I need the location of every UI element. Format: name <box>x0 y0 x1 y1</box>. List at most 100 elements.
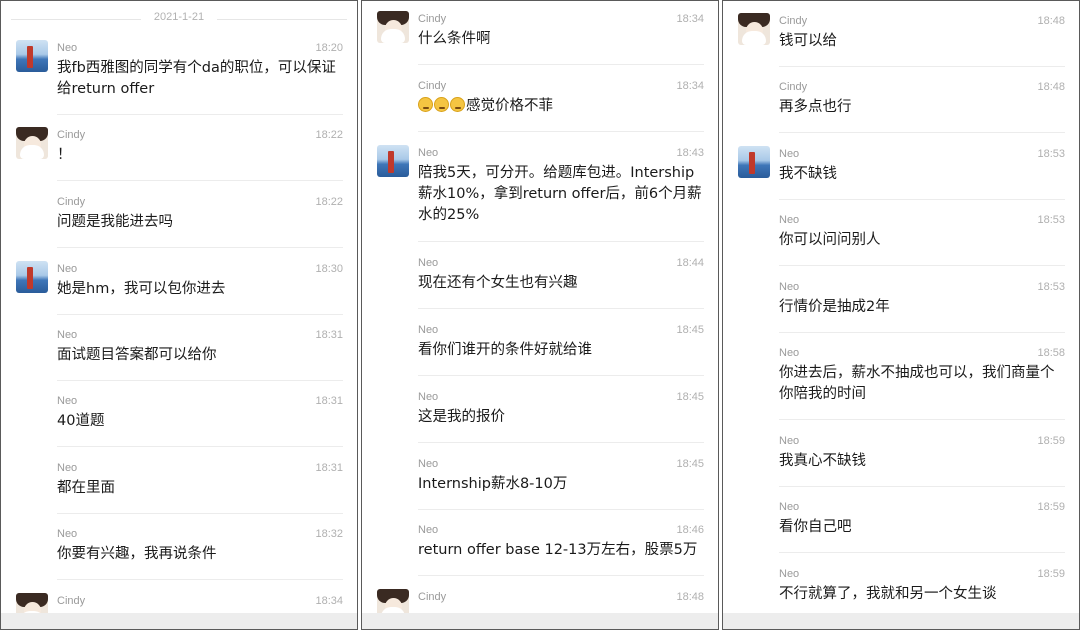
grimace-emoji <box>434 97 449 112</box>
sender-name: Cindy <box>418 13 447 25</box>
divider <box>418 375 704 376</box>
neo-avatar[interactable] <box>16 40 48 72</box>
message-time: 18:34 <box>315 595 343 607</box>
message-time: 18:48 <box>1037 15 1065 27</box>
sender-name: Neo <box>57 329 78 341</box>
message-text: 感觉价格不菲 <box>418 96 704 117</box>
date-separator: 2021-1-21 <box>1 11 357 27</box>
message-text: 问题是我能进去吗 <box>57 214 173 230</box>
message-time: 18:32 <box>315 528 343 540</box>
message-time: 18:53 <box>1037 281 1065 293</box>
divider <box>779 332 1065 333</box>
divider <box>779 265 1065 266</box>
divider <box>418 509 704 510</box>
message-text-content: 感觉价格不菲 <box>466 98 553 114</box>
neo-avatar[interactable] <box>16 261 48 293</box>
grimace-emoji <box>450 97 465 112</box>
divider <box>779 486 1065 487</box>
sender-name: Neo <box>779 435 800 447</box>
message-time: 18:46 <box>676 524 704 536</box>
message-time: 18:53 <box>1037 148 1065 160</box>
cindy-avatar[interactable] <box>377 589 409 621</box>
divider <box>57 180 343 181</box>
divider <box>57 247 343 248</box>
cindy-avatar[interactable] <box>16 127 48 159</box>
message-time: 18:30 <box>315 263 343 275</box>
cindy-avatar[interactable] <box>377 11 409 43</box>
sender-name: Cindy <box>57 129 86 141</box>
divider <box>779 552 1065 553</box>
message-text: 陪我5天，可分开。给题库包进。Intership薪水10%，拿到return o… <box>418 165 702 223</box>
message-text: return offer base 12-13万左右，股票5万 <box>418 542 698 558</box>
sender-name: Neo <box>418 391 439 403</box>
message-text: 我真心不缺钱 <box>779 453 866 469</box>
divider <box>418 64 704 65</box>
message-text: 我fb西雅图的同学有个da的职位，可以保证给return offer <box>57 60 336 97</box>
divider <box>57 314 343 315</box>
sender-name: Cindy <box>57 196 86 208</box>
sender-name: Neo <box>418 257 439 269</box>
message-time: 18:31 <box>315 462 343 474</box>
cindy-avatar[interactable] <box>738 13 770 45</box>
message-time: 18:31 <box>315 395 343 407</box>
message-time: 18:53 <box>1037 214 1065 226</box>
sender-name: Neo <box>418 524 439 536</box>
divider <box>779 132 1065 133</box>
divider <box>779 419 1065 420</box>
divider <box>779 199 1065 200</box>
message-text: 40道题 <box>57 413 105 429</box>
sender-name: Neo <box>418 458 439 470</box>
message-text: 再多点也行 <box>779 99 852 115</box>
message-time: 18:44 <box>676 257 704 269</box>
message-text: 都在里面 <box>57 480 115 496</box>
message-text: 行情价是抽成2年 <box>779 299 890 315</box>
message-time: 18:20 <box>315 42 343 54</box>
message-time: 18:45 <box>676 324 704 336</box>
cindy-avatar[interactable] <box>16 593 48 625</box>
divider <box>779 66 1065 67</box>
message-text: 面试题目答案都可以给你 <box>57 347 217 363</box>
message-time: 18:31 <box>315 329 343 341</box>
message-text: 钱可以给 <box>779 33 837 49</box>
sender-name: Cindy <box>57 595 86 607</box>
divider <box>418 442 704 443</box>
message-time: 18:59 <box>1037 501 1065 513</box>
sender-name: Cindy <box>418 591 447 603</box>
sender-name: Neo <box>418 147 439 159</box>
chat-panel-2[interactable]: Cindy 18:34 什么条件啊 Cindy 18:34 感觉价格不菲 Neo… <box>361 0 719 630</box>
sender-name: Neo <box>779 281 800 293</box>
message-text: 什么条件啊 <box>418 31 491 47</box>
sender-name: Neo <box>779 148 800 160</box>
neo-avatar[interactable] <box>377 145 409 177</box>
message-time: 18:58 <box>1037 347 1065 359</box>
message-time: 18:45 <box>676 391 704 403</box>
message-time: 18:22 <box>315 129 343 141</box>
sender-name: Neo <box>57 395 78 407</box>
chat-panel-3[interactable]: Cindy 18:48 钱可以给 Cindy 18:48 再多点也行 Neo 1… <box>722 0 1080 630</box>
sender-name: Neo <box>57 528 78 540</box>
message-time: 18:43 <box>676 147 704 159</box>
message-text: 现在还有个女生也有兴趣 <box>418 275 578 291</box>
message-time: 18:22 <box>315 196 343 208</box>
message-text: 看你自己吧 <box>779 519 852 535</box>
message-time: 18:34 <box>676 80 704 92</box>
chat-panel-1[interactable]: 2021-1-21 Neo 18:20 我fb西雅图的同学有个da的职位，可以保… <box>0 0 358 630</box>
message-text: 不行就算了，我就和另一个女生谈 <box>779 586 997 602</box>
message-text: 她是hm，我可以包你进去 <box>57 281 226 297</box>
message-time: 18:59 <box>1037 568 1065 580</box>
sender-name: Neo <box>57 42 78 54</box>
neo-avatar[interactable] <box>738 146 770 178</box>
message-text: 我不缺钱 <box>779 166 837 182</box>
sender-name: Cindy <box>418 80 447 92</box>
message-time: 18:34 <box>676 13 704 25</box>
sender-name: Neo <box>418 324 439 336</box>
sender-name: Neo <box>779 214 800 226</box>
divider <box>57 513 343 514</box>
divider <box>57 380 343 381</box>
divider <box>57 579 343 580</box>
divider <box>57 446 343 447</box>
message-text: 这是我的报价 <box>418 409 505 425</box>
message-text: 你可以问问别人 <box>779 232 881 248</box>
message-text: ！ <box>57 147 72 163</box>
sender-name: Neo <box>57 462 78 474</box>
